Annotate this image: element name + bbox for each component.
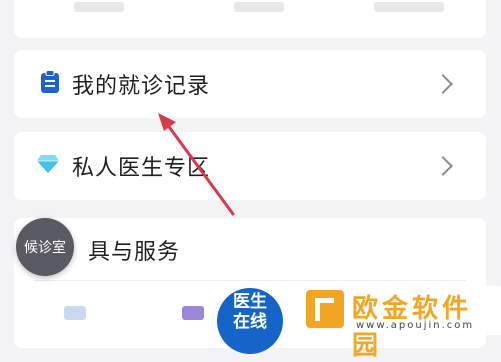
doctor-online-button[interactable]: 医生 在线 [217,288,283,354]
site-watermark: 欧金软件园 www.apoujin.com [300,286,501,361]
watermark-logo-icon [306,290,344,328]
watermark-url: www.apoujin.com [356,320,475,331]
waiting-room-button[interactable]: 候诊室 [16,218,74,276]
doctor-online-label: 在线 [233,312,267,332]
waiting-room-label: 候诊室 [24,240,66,256]
doctor-online-label: 医生 [233,292,267,312]
annotation-arrow [158,113,235,216]
